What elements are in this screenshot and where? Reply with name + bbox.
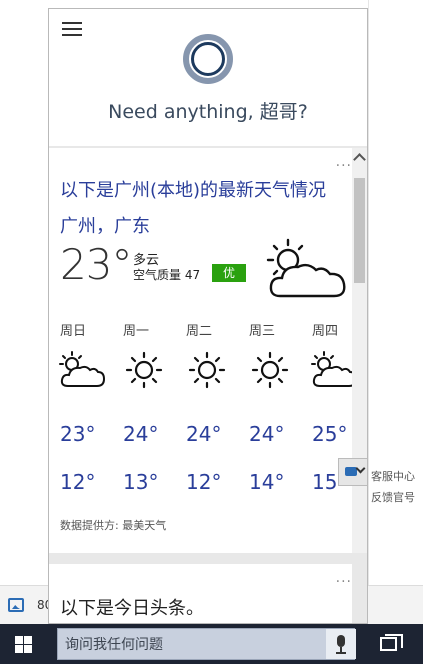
- cortana-logo: [183, 34, 233, 84]
- background-text-service: 客服中心: [371, 470, 415, 483]
- hamburger-menu-icon[interactable]: [62, 22, 82, 36]
- forecast-day-name: 周四: [312, 324, 339, 339]
- sunny-icon: [188, 351, 226, 389]
- search-input[interactable]: [65, 636, 315, 654]
- microphone-button[interactable]: [326, 629, 356, 659]
- photo-icon[interactable]: [8, 598, 24, 612]
- forecast-high: 24°: [186, 422, 222, 446]
- current-temperature: 23°: [60, 240, 132, 289]
- news-card-title: 以下是今日头条。: [60, 598, 204, 619]
- microphone-icon: [337, 635, 345, 647]
- taskbar: [0, 624, 423, 664]
- forecast-day-name: 周日: [60, 324, 87, 339]
- weather-card[interactable]: ... 以下是广州(本地)的最新天气情况 广州，广东 23° 多云 空气质量 4…: [49, 148, 357, 553]
- forecast-high: 24°: [249, 422, 285, 446]
- cortana-greeting: Need anything, 超哥?: [108, 101, 308, 123]
- forecast-high: 25°: [312, 422, 348, 446]
- forecast-low: 13°: [123, 470, 159, 494]
- scroll-up-icon[interactable]: [353, 153, 366, 166]
- chevron-down-icon: [355, 463, 366, 474]
- air-quality-badge: 优: [212, 264, 246, 282]
- card-more-button[interactable]: ...: [336, 154, 352, 170]
- forecast-low: 12°: [186, 470, 222, 494]
- partly-cloudy-icon: [59, 351, 105, 387]
- cortana-feed: ... 以下是广州(本地)的最新天气情况 广州，广东 23° 多云 空气质量 4…: [49, 146, 367, 623]
- forecast-high: 23°: [60, 422, 96, 446]
- windows-logo-icon: [15, 636, 32, 653]
- forecast-low: 14°: [249, 470, 285, 494]
- task-view-icon[interactable]: [380, 634, 404, 654]
- start-button[interactable]: [0, 624, 48, 664]
- forecast-day-name: 周一: [123, 324, 150, 339]
- cortana-panel: Need anything, 超哥? ... 以下是广州(本地)的最新天气情况 …: [48, 8, 368, 624]
- scroll-thumb[interactable]: [354, 178, 365, 283]
- sunny-icon: [251, 351, 289, 389]
- weather-card-title: 以下是广州(本地)的最新天气情况: [60, 180, 327, 201]
- partly-cloudy-icon: [311, 351, 357, 387]
- news-card[interactable]: ... 以下是今日头条。: [49, 564, 352, 623]
- weather-provider[interactable]: 数据提供方: 最美天气: [60, 517, 166, 533]
- partly-cloudy-icon: [266, 238, 346, 298]
- background-text-feedback: 反馈官号: [371, 491, 415, 504]
- feed-scrollbar[interactable]: [352, 148, 367, 553]
- air-quality-label: 空气质量 47: [133, 268, 201, 282]
- forecast-low: 12°: [60, 470, 96, 494]
- sunny-icon: [125, 351, 163, 389]
- forecast-high: 24°: [123, 422, 159, 446]
- card-more-button[interactable]: ...: [336, 570, 352, 586]
- taskbar-search-box[interactable]: [57, 628, 356, 660]
- feedback-chat-button[interactable]: [338, 458, 367, 486]
- weather-location[interactable]: 广州，广东: [60, 212, 150, 238]
- forecast-day-name: 周二: [186, 324, 213, 339]
- forecast-day-name: 周三: [249, 324, 276, 339]
